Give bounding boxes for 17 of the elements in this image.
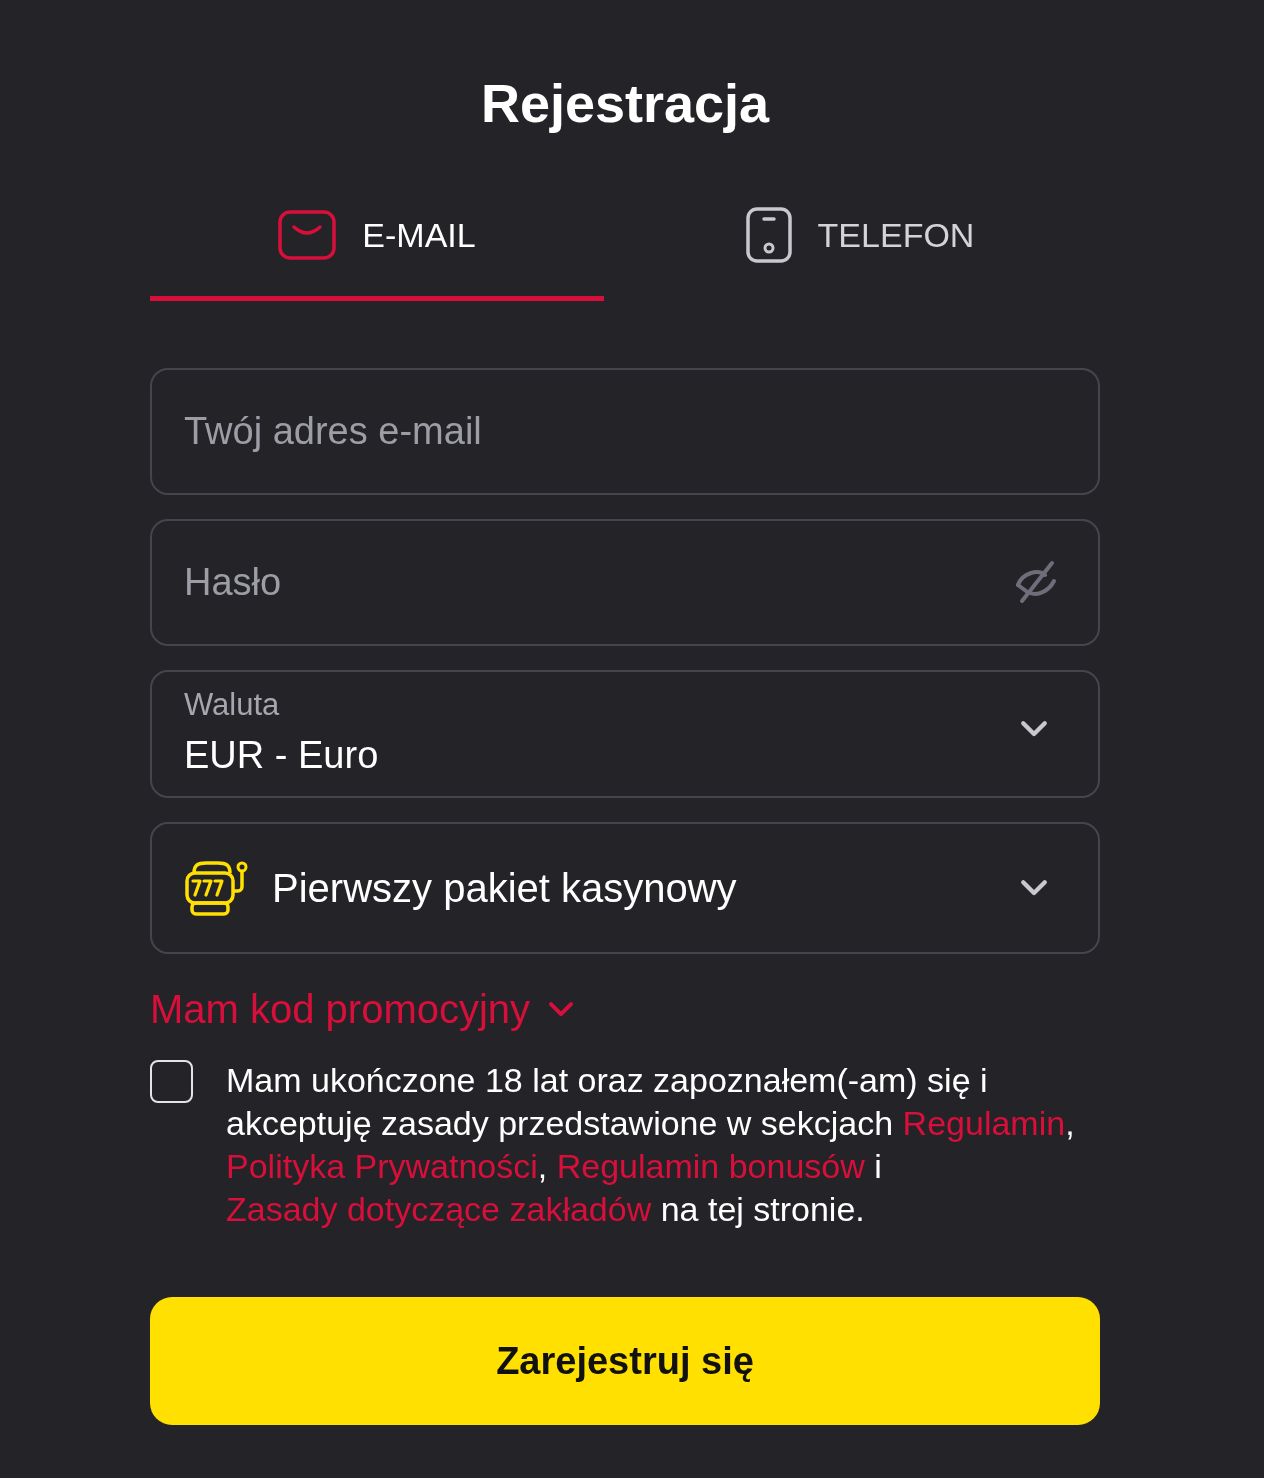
eye-off-icon[interactable]	[1014, 560, 1058, 604]
tab[interactable]: TELEFON	[620, 190, 1100, 301]
checkbox[interactable]	[150, 1060, 193, 1103]
email-field[interactable]: Twój adres e-mail	[150, 368, 1100, 495]
bonus-select[interactable]: Pierwszy pakiet kasynowy	[150, 822, 1100, 954]
page-title: Rejestracja	[479, 72, 771, 135]
currency-select[interactable]: Waluta EUR - Euro	[150, 670, 1100, 798]
chevron-icon	[548, 1000, 575, 1018]
chevron-icon	[1020, 879, 1048, 897]
chevron-icon	[1020, 720, 1048, 738]
register-button[interactable]: Zarejestruj się	[150, 1297, 1100, 1425]
phone-icon	[745, 207, 792, 263]
tab[interactable]: E-MAIL	[150, 190, 604, 301]
password-field[interactable]: Hasło	[150, 519, 1100, 646]
slot-machine-icon	[184, 859, 248, 917]
envelope-icon	[278, 210, 337, 260]
consent-text: Mam ukończone 18 lat oraz zapoznałem(-am) się i akceptuję zasady przedstawione w sekcjach Regulamin, Polityka Prywatności, Regulamin bonusów i Zasady dotyczące zakładów na tej stronie.	[226, 1060, 1076, 1230]
